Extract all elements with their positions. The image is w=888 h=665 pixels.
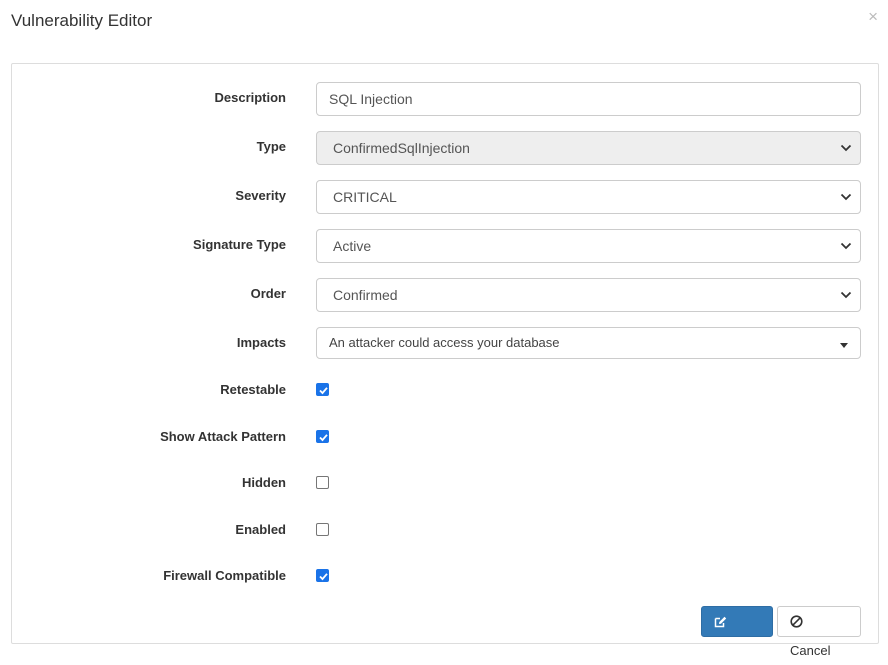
check-icon xyxy=(319,573,328,581)
enabled-label: Enabled xyxy=(235,522,286,537)
description-value: SQL Injection xyxy=(329,91,413,107)
firewall-compatible-checkbox[interactable] xyxy=(316,569,329,582)
chevron-down-icon xyxy=(840,193,852,201)
order-label: Order xyxy=(250,286,286,301)
chevron-down-icon xyxy=(840,144,852,152)
description-input[interactable]: SQL Injection xyxy=(316,82,861,116)
firewall-compatible-label: Firewall Compatible xyxy=(163,568,286,583)
severity-select[interactable]: CRITICAL xyxy=(316,180,861,214)
type-label: Type xyxy=(256,139,286,154)
chevron-down-icon xyxy=(840,242,852,250)
ban-icon xyxy=(790,615,803,628)
impacts-value: An attacker could access your database xyxy=(329,335,560,350)
edit-icon xyxy=(714,616,727,627)
hidden-checkbox[interactable] xyxy=(316,476,329,489)
type-value: ConfirmedSqlInjection xyxy=(333,140,470,156)
close-icon[interactable]: × xyxy=(868,8,878,26)
modal-header: Vulnerability Editor × xyxy=(0,0,888,50)
description-label: Description xyxy=(214,90,286,105)
hidden-label: Hidden xyxy=(241,475,286,490)
order-value: Confirmed xyxy=(333,287,398,303)
show-attack-pattern-checkbox[interactable] xyxy=(316,430,329,443)
retestable-label: Retestable xyxy=(220,382,286,397)
signature-type-label: Signature Type xyxy=(193,237,286,252)
save-label: Save xyxy=(714,643,744,658)
dialog-title: Vulnerability Editor xyxy=(11,11,153,30)
check-icon xyxy=(319,434,328,442)
enabled-checkbox[interactable] xyxy=(316,523,329,536)
editor-panel: Description SQL Injection Type Confirmed… xyxy=(11,63,879,658)
cancel-button[interactable]: Cancel xyxy=(777,606,861,658)
order-select[interactable]: Confirmed xyxy=(316,278,861,312)
retestable-checkbox[interactable] xyxy=(316,383,329,396)
severity-value: CRITICAL xyxy=(333,189,397,205)
type-select[interactable]: ConfirmedSqlInjection xyxy=(316,131,861,165)
signature-type-select[interactable]: Active xyxy=(316,229,861,263)
save-button[interactable]: Save xyxy=(701,606,773,658)
check-icon xyxy=(319,387,328,395)
severity-label: Severity xyxy=(235,188,286,203)
cancel-label: Cancel xyxy=(790,643,831,658)
impacts-label: Impacts xyxy=(236,335,286,350)
signature-type-value: Active xyxy=(333,238,372,254)
impacts-dropdown[interactable]: An attacker could access your database xyxy=(316,327,861,359)
caret-down-icon xyxy=(840,343,848,348)
chevron-down-icon xyxy=(840,291,852,299)
show-attack-pattern-label: Show Attack Pattern xyxy=(160,429,286,444)
